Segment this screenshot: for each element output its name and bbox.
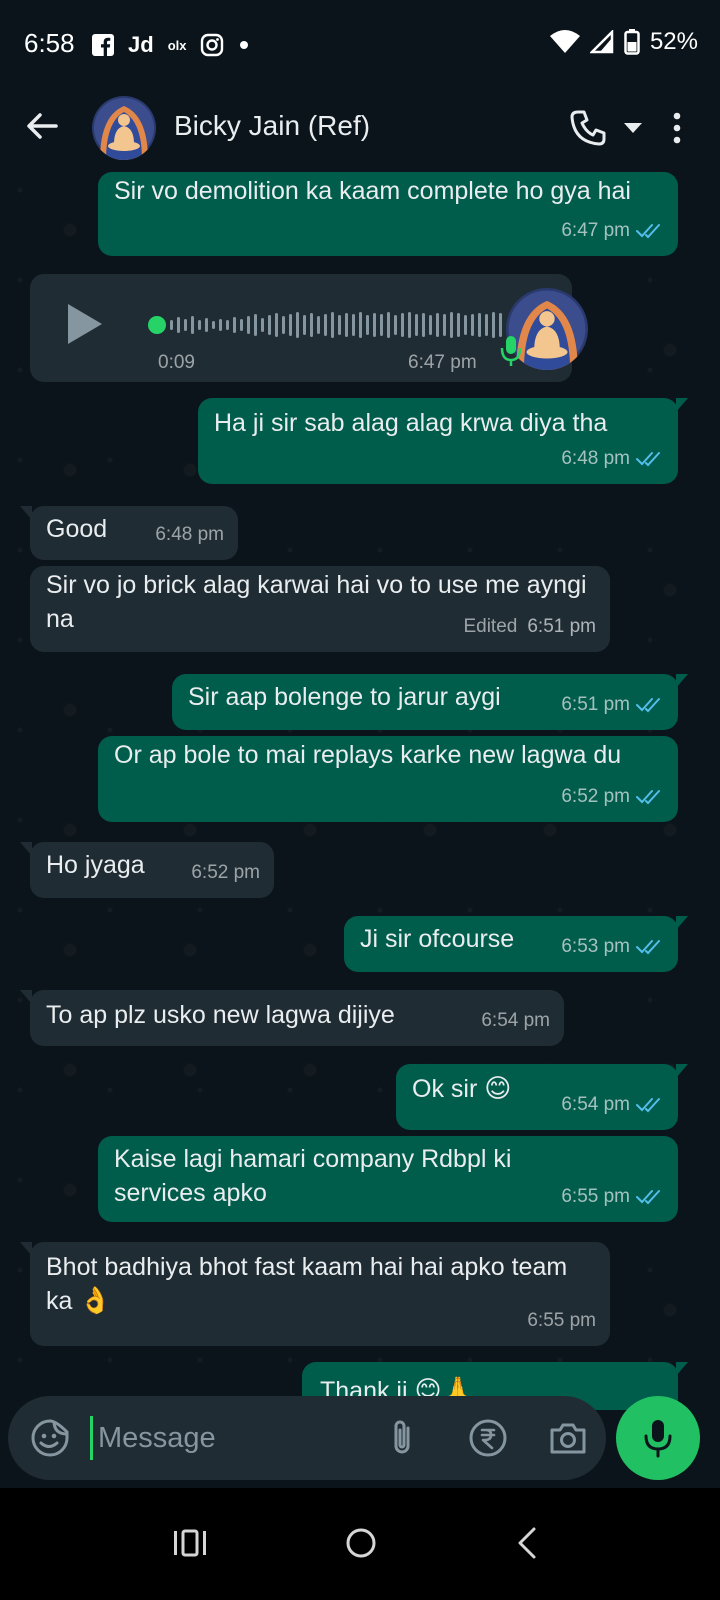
rupee-payment-icon[interactable] bbox=[468, 1418, 508, 1458]
voice-record-button[interactable] bbox=[616, 1396, 700, 1480]
message-text: Sir vo demolition ka kaam complete ho gy… bbox=[114, 177, 631, 205]
playback-handle[interactable] bbox=[148, 316, 166, 334]
smile-emoji: 😊 bbox=[484, 1074, 512, 1104]
olx-icon: olx bbox=[167, 37, 187, 53]
message-time: 6:55 pm bbox=[561, 1186, 630, 1207]
system-status: 52% bbox=[549, 28, 698, 56]
avatar[interactable] bbox=[92, 96, 156, 160]
attach-icon[interactable] bbox=[388, 1418, 418, 1458]
message-outgoing[interactable]: Ji sir ofcourse 6:53 pm bbox=[344, 916, 688, 972]
instagram-icon bbox=[201, 33, 224, 57]
message-meta: 6:55 pm bbox=[527, 1304, 596, 1338]
message-meta: 6:51 pm bbox=[561, 688, 664, 722]
message-outgoing[interactable]: Ha ji sir sab alag alag krwa diya tha 6:… bbox=[198, 398, 688, 484]
text-caret bbox=[90, 1416, 93, 1460]
edited-label: Edited bbox=[463, 616, 518, 637]
more-options-icon[interactable] bbox=[670, 110, 684, 146]
message-time: 6:48 pm bbox=[155, 524, 224, 545]
facebook-icon bbox=[92, 34, 114, 56]
message-text: Ha ji sir sab alag alag krwa diya tha bbox=[214, 409, 608, 437]
home-icon[interactable] bbox=[344, 1526, 378, 1560]
chat-messages[interactable]: Sir vo demolition ka kaam complete ho gy… bbox=[0, 170, 720, 1410]
voice-message[interactable]: 0:09 6:47 pm bbox=[30, 274, 588, 382]
read-receipt-icon bbox=[636, 790, 660, 805]
chevron-down-icon[interactable] bbox=[622, 120, 644, 136]
voice-waveform[interactable] bbox=[148, 310, 502, 340]
message-incoming[interactable]: Good 6:48 pm bbox=[20, 506, 238, 560]
back-arrow-icon[interactable] bbox=[24, 108, 60, 144]
message-incoming[interactable]: Bhot badhiya bhot fast kaam hai hai apko… bbox=[20, 1242, 610, 1346]
play-icon[interactable] bbox=[64, 302, 104, 346]
message-meta: 6:52 pm bbox=[561, 780, 664, 814]
message-incoming[interactable]: Ho jyaga 6:52 pm bbox=[20, 842, 274, 898]
message-time: 6:52 pm bbox=[191, 862, 260, 883]
read-receipt-icon bbox=[636, 1190, 660, 1205]
message-time: 6:54 pm bbox=[561, 1094, 630, 1115]
message-text: Bhot badhiya bhot fast kaam hai hai apko… bbox=[46, 1253, 568, 1316]
message-time: 6:55 pm bbox=[527, 1310, 596, 1331]
status-time: 6:58 bbox=[24, 28, 75, 58]
jd-icon: Jd bbox=[128, 32, 154, 57]
read-receipt-icon bbox=[636, 224, 660, 239]
message-meta: 6:54 pm bbox=[561, 1088, 664, 1122]
message-outgoing[interactable]: Kaise lagi hamari company Rdbpl ki servi… bbox=[98, 1136, 678, 1222]
phone-icon[interactable] bbox=[568, 108, 608, 148]
wifi-icon bbox=[549, 30, 580, 53]
chat-header: Bicky Jain (Ref) bbox=[0, 86, 720, 170]
read-receipt-icon bbox=[636, 698, 660, 713]
message-time: 6:47 pm bbox=[408, 352, 477, 373]
message-outgoing[interactable]: Sir aap bolenge to jarur aygi 6:51 pm bbox=[172, 674, 688, 730]
message-meta: 6:48 pm bbox=[561, 442, 664, 476]
message-text: Kaise lagi hamari company Rdbpl ki servi… bbox=[114, 1145, 512, 1207]
message-input[interactable] bbox=[98, 1414, 378, 1462]
message-meta: Edited 6:51 pm bbox=[463, 610, 596, 644]
message-incoming[interactable]: To ap plz usko new lagwa dijiye 6:54 pm bbox=[20, 990, 564, 1046]
message-incoming[interactable]: Sir vo jo brick alag karwai hai vo to us… bbox=[30, 566, 610, 652]
message-meta: 6:47 pm bbox=[561, 214, 664, 248]
ok-hand-emoji: 👌 bbox=[79, 1286, 112, 1316]
message-time: 6:52 pm bbox=[561, 786, 630, 807]
message-time: 6:48 pm bbox=[561, 448, 630, 469]
message-outgoing[interactable]: Sir vo demolition ka kaam complete ho gy… bbox=[98, 172, 678, 256]
message-time: 6:51 pm bbox=[561, 694, 630, 715]
status-bar: 6:58 Jd olx 52% bbox=[0, 0, 720, 86]
mic-icon bbox=[644, 1420, 672, 1458]
dot-icon bbox=[240, 41, 249, 49]
message-meta: 6:52 pm bbox=[191, 856, 260, 890]
message-meta: 6:55 pm bbox=[561, 1180, 664, 1214]
camera-icon[interactable] bbox=[548, 1418, 588, 1458]
sticker-icon[interactable] bbox=[30, 1418, 70, 1458]
message-meta: 6:48 pm bbox=[155, 518, 224, 552]
message-text: Or ap bole to mai replays karke new lagw… bbox=[114, 741, 622, 769]
nav-back-icon[interactable] bbox=[516, 1526, 538, 1560]
voice-mic-icon bbox=[500, 336, 522, 366]
battery-icon bbox=[624, 29, 640, 55]
message-time: 6:54 pm bbox=[481, 1010, 550, 1031]
recent-apps-icon[interactable] bbox=[172, 1528, 208, 1558]
signal-icon bbox=[589, 30, 614, 54]
message-time: 6:51 pm bbox=[527, 616, 596, 637]
voice-duration: 0:09 bbox=[158, 352, 195, 373]
read-receipt-icon bbox=[636, 452, 660, 467]
message-text: To ap plz usko new lagwa dijiye bbox=[46, 1001, 395, 1029]
read-receipt-icon bbox=[636, 1098, 660, 1113]
message-outgoing[interactable]: Ok sir 😊 6:54 pm bbox=[396, 1064, 688, 1130]
message-meta: 6:53 pm bbox=[561, 930, 664, 964]
message-input-bar bbox=[8, 1396, 606, 1480]
contact-name[interactable]: Bicky Jain (Ref) bbox=[174, 110, 370, 142]
message-meta: 6:54 pm bbox=[481, 1004, 550, 1038]
message-time: 6:47 pm bbox=[561, 220, 630, 241]
system-nav-bar bbox=[0, 1488, 720, 1600]
message-time: 6:53 pm bbox=[561, 936, 630, 957]
notification-icons: Jd olx bbox=[92, 30, 250, 60]
read-receipt-icon bbox=[636, 940, 660, 955]
battery-percent: 52% bbox=[649, 28, 698, 55]
message-outgoing[interactable]: Or ap bole to mai replays karke new lagw… bbox=[98, 736, 678, 822]
